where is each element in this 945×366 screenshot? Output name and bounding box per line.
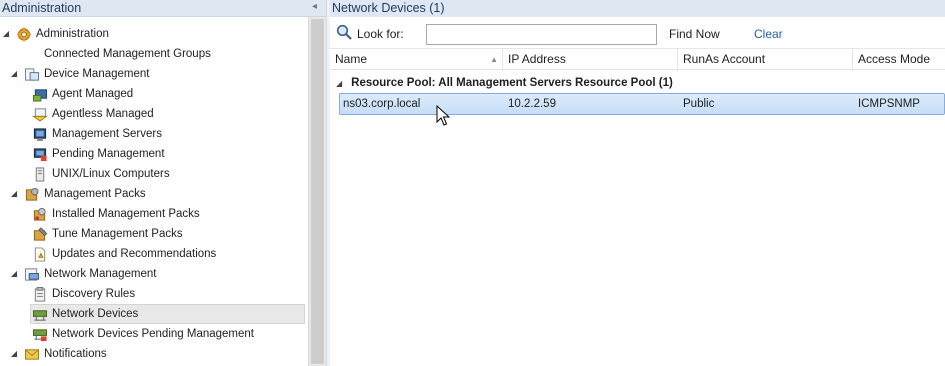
tree-item-label: Agentless Managed [52, 108, 154, 120]
tree-item-label: Network Devices [52, 308, 139, 320]
tree-item-label: Network Management [44, 268, 157, 280]
device-management-icon [24, 68, 40, 81]
column-header-label: Name [335, 52, 368, 66]
tree-item-label: Notifications [44, 348, 107, 360]
network-devices-pending-icon [32, 329, 48, 342]
tree-item-label: Management Packs [44, 188, 146, 200]
group-header[interactable]: ◢ Resource Pool: All Management Servers R… [336, 75, 673, 91]
clear-button[interactable]: Clear [754, 27, 783, 41]
gear-icon [16, 27, 32, 42]
tree-item-network-devices[interactable]: Network Devices [30, 304, 305, 324]
agentless-managed-icon [32, 108, 48, 122]
tree-item-notifications[interactable]: ◢ Notifications [0, 344, 305, 364]
find-now-button[interactable]: Find Now [669, 27, 720, 41]
column-header-access-mode[interactable]: Access Mode [853, 49, 945, 71]
installed-management-packs-icon [33, 207, 46, 221]
updates-recommendations-icon [34, 247, 46, 262]
column-header-row: Name ▲ IP Address RunAs Account Access M… [330, 48, 945, 71]
search-input[interactable] [426, 24, 657, 45]
navigation-pane: Administration ◂ ◢ Administration Connec… [0, 0, 326, 366]
tree-item-management-servers[interactable]: Management Servers [0, 124, 305, 144]
scrollbar-thumb[interactable] [311, 19, 324, 364]
results-pane: Network Devices (1) Look for: Find Now C… [330, 0, 945, 366]
results-pane-title: Network Devices (1) [332, 1, 445, 15]
sort-ascending-icon: ▲ [490, 55, 498, 64]
notifications-icon [24, 349, 40, 360]
tree-item-label: Management Servers [52, 128, 162, 140]
network-devices-icon [32, 310, 48, 321]
mouse-cursor-icon [436, 105, 450, 126]
column-header-runas-account[interactable]: RunAs Account [678, 49, 853, 71]
column-header-label: Access Mode [858, 52, 931, 66]
tree-item-label: Administration [36, 28, 109, 40]
tree-item-label: Discovery Rules [52, 288, 136, 300]
table-row[interactable]: ns03.corp.local 10.2.2.59 Public ICMPSNM… [339, 93, 945, 115]
cell-runas-account: Public [683, 98, 715, 110]
pending-management-icon [33, 148, 47, 162]
discovery-rules-icon [34, 287, 46, 302]
results-pane-header: Network Devices (1) [330, 0, 945, 17]
tree-item-label: Agent Managed [52, 88, 134, 100]
tree-item-administration[interactable]: ◢ Administration [0, 24, 305, 44]
tree-item-label: Device Management [44, 68, 150, 80]
tree-item-label: UNIX/Linux Computers [52, 168, 170, 180]
expanded-arrow-icon[interactable]: ◢ [9, 64, 19, 84]
cell-name: ns03.corp.local [343, 98, 421, 110]
expanded-arrow-icon[interactable]: ◢ [9, 264, 19, 284]
collapse-group-icon[interactable]: ◢ [336, 79, 342, 88]
column-header-ip-address[interactable]: IP Address [503, 49, 678, 71]
collapse-pane-icon[interactable]: ◂ [312, 1, 317, 12]
tree-item-pending-management[interactable]: Pending Management [0, 144, 305, 164]
group-header-label: Resource Pool: All Management Servers Re… [351, 77, 673, 89]
navigation-scrollbar[interactable] [308, 17, 326, 366]
unix-linux-computers-icon [35, 167, 45, 182]
tree-item-network-management[interactable]: ◢ Network Management [0, 264, 305, 284]
tree-item-device-management[interactable]: ◢ Device Management [0, 64, 305, 84]
search-icon [336, 24, 352, 40]
management-servers-icon [33, 128, 47, 142]
tree-item-label: Tune Management Packs [52, 228, 183, 240]
tree-item-installed-management-packs[interactable]: Installed Management Packs [0, 204, 305, 224]
tree-item-agentless-managed[interactable]: Agentless Managed [0, 104, 305, 124]
search-bar: Look for: Find Now Clear [330, 18, 945, 48]
cell-access-mode: ICMPSNMP [858, 98, 920, 110]
tree-item-label: Updates and Recommendations [52, 248, 217, 260]
column-header-name[interactable]: Name ▲ [330, 49, 503, 71]
tree-item-tune-management-packs[interactable]: Tune Management Packs [0, 224, 305, 244]
column-header-label: RunAs Account [683, 52, 766, 66]
expanded-arrow-icon[interactable]: ◢ [1, 24, 11, 44]
tree-item-unix-linux-computers[interactable]: UNIX/Linux Computers [0, 164, 305, 184]
tree-item-updates-and-recommendations[interactable]: Updates and Recommendations [0, 244, 305, 264]
expanded-arrow-icon[interactable]: ◢ [9, 184, 19, 204]
tree-item-label: Pending Management [52, 148, 165, 160]
network-management-icon [24, 268, 40, 281]
tree-item-discovery-rules[interactable]: Discovery Rules [0, 284, 305, 304]
tree-item-connected-management-groups[interactable]: Connected Management Groups [0, 44, 305, 64]
tree-item-network-devices-pending-management[interactable]: Network Devices Pending Management [0, 324, 305, 344]
tune-management-packs-icon [33, 227, 48, 241]
tree-item-management-packs[interactable]: ◢ Management Packs [0, 184, 305, 204]
expanded-arrow-icon[interactable]: ◢ [9, 344, 19, 364]
navigation-pane-title: Administration [2, 1, 82, 15]
tree-item-agent-managed[interactable]: Agent Managed [0, 84, 305, 104]
agent-managed-icon [32, 89, 48, 102]
management-packs-icon [25, 187, 39, 201]
navigation-pane-header: Administration ◂ [0, 0, 326, 17]
tree-item-label: Network Devices Pending Management [52, 328, 254, 340]
tree-item-label: Connected Management Groups [44, 48, 211, 60]
column-header-label: IP Address [508, 52, 566, 66]
tree-item-label: Installed Management Packs [52, 208, 200, 220]
cell-ip-address: 10.2.2.59 [508, 98, 556, 110]
look-for-label: Look for: [357, 27, 404, 41]
